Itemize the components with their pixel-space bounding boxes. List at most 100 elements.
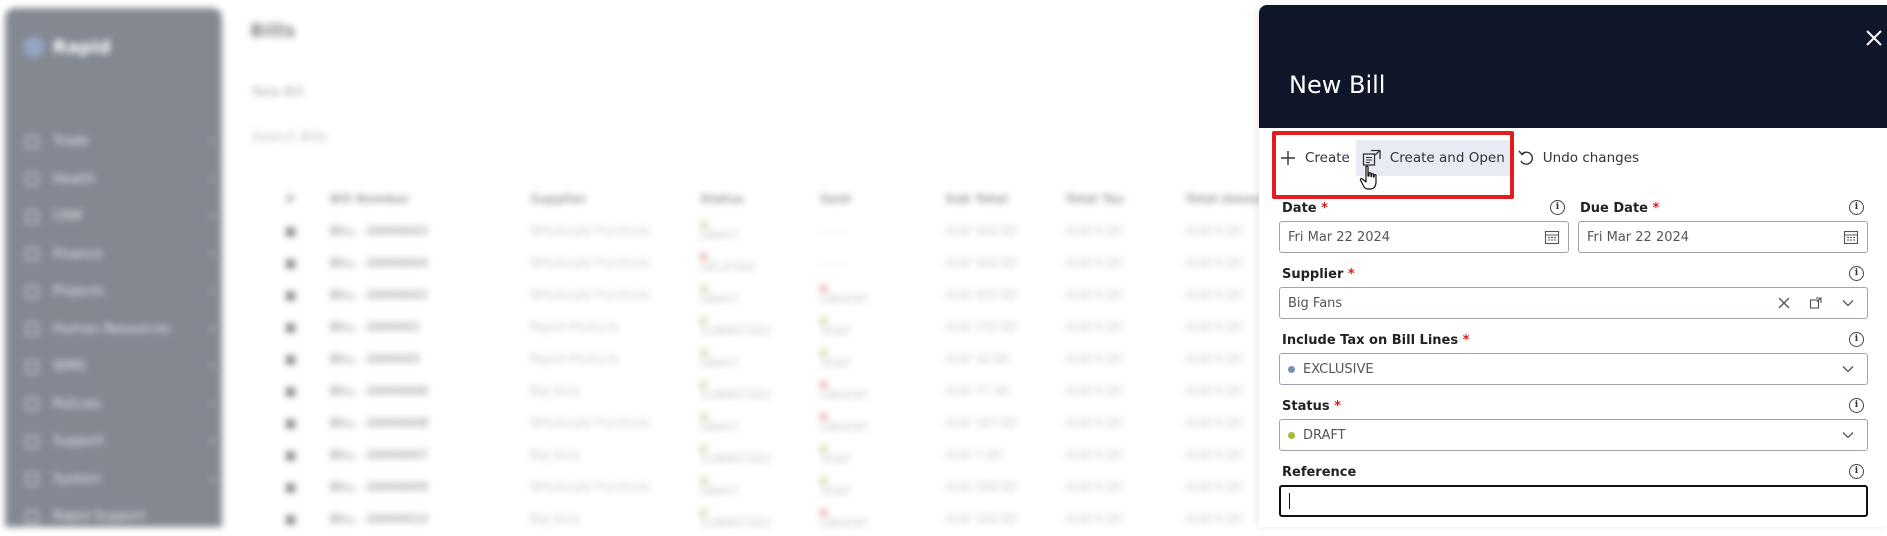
info-icon[interactable]: i	[1849, 398, 1864, 413]
sidebar-item-label: Projects	[53, 284, 105, 300]
status-cell: DELETED	[700, 252, 820, 274]
undo-icon	[1518, 150, 1533, 165]
nav-icon	[25, 247, 39, 262]
new-bill-link[interactable]: New Bill	[252, 85, 304, 100]
plus-icon	[1281, 151, 1295, 165]
sent-cell: SENT	[820, 444, 945, 466]
column-header[interactable]: Sub Total	[945, 192, 1065, 206]
calendar-icon[interactable]	[1544, 229, 1560, 245]
open-record-icon[interactable]	[1809, 296, 1823, 310]
include-tax-select[interactable]: EXCLUSIVE	[1279, 353, 1868, 385]
table-row[interactable]: ■ BILL - 0000001 Rapid Products SUBMITTED SE…	[285, 311, 1285, 343]
status-cell: DRAFT	[700, 348, 820, 370]
sent-cell: - - - -	[820, 224, 945, 238]
supplier-select[interactable]: Big Fans	[1279, 287, 1868, 319]
status-dot	[700, 316, 707, 324]
table-row[interactable]: ■ BILL - 00000009 Wholesale Furniture DRAFT…	[285, 471, 1285, 503]
column-header[interactable]: #	[285, 192, 330, 206]
chevron-down-icon[interactable]	[1841, 296, 1855, 310]
chevron-down-icon: ▾	[209, 472, 215, 486]
date-label: Date *	[1282, 201, 1328, 216]
sidebar-item-label: System	[53, 471, 102, 487]
total-tax-cell: AUD 0.00	[1065, 256, 1122, 270]
sidebar-item[interactable]: Human Resources ▾	[25, 311, 215, 349]
close-icon[interactable]	[1863, 27, 1885, 49]
required-marker: *	[1347, 267, 1355, 282]
status-cell: SUBMITTED	[700, 508, 820, 530]
date-field[interactable]: Fri Mar 22 2024	[1279, 221, 1569, 253]
clear-icon[interactable]	[1777, 296, 1791, 310]
create-button[interactable]: Create	[1273, 140, 1356, 176]
sidebar-item[interactable]: Support ▾	[25, 423, 215, 461]
table-row[interactable]: ■ BILL - 00000007 Big Fans SUBMITTED SENT AUD…	[285, 439, 1285, 471]
sidebar-item[interactable]: System ▾	[25, 461, 215, 499]
supplier-cell: Big Fans	[530, 448, 581, 462]
due-date-field[interactable]: Fri Mar 22 2024	[1578, 221, 1868, 253]
sidebar-item[interactable]: Trade ▾	[25, 123, 215, 161]
total-tax-cell: AUD 0.00	[1065, 224, 1122, 238]
calendar-icon[interactable]	[1843, 229, 1859, 245]
chevron-down-icon: ▾	[209, 397, 215, 411]
table-row[interactable]: ■ BILL - 00000003 Wholesale Furniture DRAFT…	[285, 215, 1285, 247]
supplier-label: Supplier *	[1282, 267, 1355, 282]
text-caret	[1289, 493, 1290, 509]
chevron-down-icon[interactable]	[1841, 428, 1855, 442]
sidebar-item[interactable]: WMS ▾	[25, 348, 215, 386]
chevron-down-icon[interactable]	[1841, 362, 1855, 376]
sidebar-item[interactable]: Policies ▾	[25, 386, 215, 424]
info-icon[interactable]: i	[1849, 200, 1864, 215]
row-icon: ■	[285, 416, 297, 430]
info-icon[interactable]: i	[1849, 464, 1864, 479]
required-marker: *	[1321, 201, 1328, 216]
supplier-cell: Rapid Products	[530, 320, 620, 334]
sent-text: UNSENT	[820, 291, 870, 306]
table-row[interactable]: ■ BILL - 00000006 Big Fans SUBMITTED UNSENT A…	[285, 375, 1285, 407]
column-header[interactable]: Total Tax	[1065, 192, 1185, 206]
reference-input[interactable]	[1279, 485, 1868, 517]
table-row[interactable]: ■ BILL - 0000005 Rapid Products DRAFT SENT AU…	[285, 343, 1285, 375]
sidebar-item[interactable]: CRM ▾	[25, 198, 215, 236]
chevron-down-icon: ▾	[209, 360, 215, 374]
sidebar-item-label: Trade	[53, 134, 89, 150]
create-button-label: Create	[1305, 150, 1350, 166]
bill-number: BILL - 00000010	[330, 512, 429, 526]
undo-changes-button-label: Undo changes	[1542, 150, 1640, 166]
info-icon[interactable]: i	[1550, 200, 1565, 215]
undo-changes-button[interactable]: Undo changes	[1511, 140, 1645, 176]
status-select[interactable]: DRAFT	[1279, 419, 1868, 451]
sent-text: - - - -	[820, 224, 849, 238]
column-header[interactable]: Supplier	[530, 192, 700, 206]
info-icon[interactable]: i	[1849, 332, 1864, 347]
status-cell: SUBMITTED	[700, 316, 820, 338]
status-text: SUBMITTED	[700, 387, 770, 402]
status-cell: DRAFT	[700, 412, 820, 434]
sidebar-item[interactable]: Rapid Support	[25, 498, 215, 536]
page-title: Bills	[250, 20, 296, 42]
sidebar-item[interactable]: Finance ▾	[25, 236, 215, 274]
nav-icon	[25, 284, 39, 299]
required-marker: *	[1462, 333, 1470, 348]
sent-cell: UNSENT	[820, 284, 945, 306]
column-header[interactable]: Bill Number	[330, 192, 530, 206]
drawer-header: New Bill	[1259, 5, 1887, 128]
sent-text: UNSENT	[820, 387, 870, 402]
sent-cell: UNSENT	[820, 508, 945, 530]
search-input[interactable]: Search Bills	[252, 130, 327, 145]
sidebar: Rapid Trade ▾ Health ▾ CRM ▾ Finance ▾ Projects ▾…	[5, 8, 222, 527]
chevron-down-icon: ▾	[209, 247, 215, 261]
sidebar-item[interactable]: Health ▾	[25, 161, 215, 199]
sidebar-item[interactable]: Projects ▾	[25, 273, 215, 311]
sent-cell: UNSENT	[820, 380, 945, 402]
table-row[interactable]: ■ BILL - 00000004 Wholesale Furniture DELET…	[285, 247, 1285, 279]
table-row[interactable]: ■ BILL - 00000002 Wholesale Furniture DRAFT…	[285, 279, 1285, 311]
column-header[interactable]: Sent	[820, 192, 945, 206]
info-icon[interactable]: i	[1849, 266, 1864, 281]
table-row[interactable]: ■ BILL - 00000008 Wholesale Furniture DRAFT…	[285, 407, 1285, 439]
row-icon: ■	[285, 448, 297, 462]
status-dot	[820, 284, 827, 292]
table-row[interactable]: ■ BILL - 00000010 Big Fans SUBMITTED UNSENT A…	[285, 503, 1285, 535]
supplier-cell: Wholesale Furniture	[530, 224, 650, 238]
drawer-toolbar: Create Create and Open Undo changes	[1273, 140, 1645, 176]
column-header[interactable]: Status	[700, 192, 820, 206]
logo-icon	[23, 36, 45, 58]
